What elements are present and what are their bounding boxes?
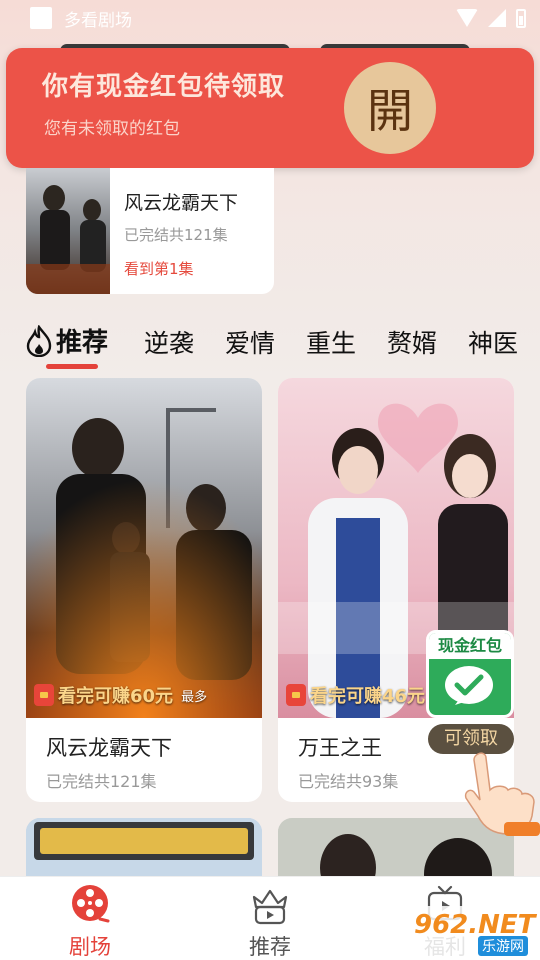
tab-romance[interactable]: 爱情 — [225, 324, 275, 360]
tab-counterattack[interactable]: 逆袭 — [144, 324, 194, 360]
red-envelope-icon — [286, 684, 306, 706]
banner-subtitle: 您有未领取的红包 — [44, 119, 180, 139]
history-title: 风云龙霸天下 — [124, 192, 239, 214]
status-bar: 多看剧场 — [0, 0, 540, 36]
status-app-title: 多看剧场 — [64, 10, 132, 31]
crown-tv-icon — [252, 889, 288, 925]
earn-badge: 看完可赚60元 最多 — [34, 682, 207, 708]
open-envelope-button[interactable]: 開 — [344, 62, 436, 154]
floating-cash-envelope[interactable]: 现金红包 — [426, 630, 514, 718]
red-envelope-icon — [34, 684, 54, 706]
battery-icon — [516, 8, 526, 28]
watch-history-card[interactable]: 风云龙霸天下 已完结共121集 看到第1集 — [26, 168, 274, 294]
drama-status: 已完结共93集 — [298, 772, 399, 791]
drama-card[interactable]: 看完可赚60元 最多 风云龙霸天下 已完结共121集 — [26, 378, 262, 802]
wechat-pay-icon — [445, 666, 493, 705]
tab-miracle-doctor[interactable]: 神医 — [468, 324, 518, 360]
history-status: 已完结共121集 — [124, 226, 228, 244]
tab-recommend[interactable]: 推荐 — [26, 322, 108, 359]
wifi-icon — [456, 9, 478, 27]
film-reel-icon — [72, 885, 110, 923]
watermark-subtext: 乐游网 — [478, 936, 528, 956]
flame-icon — [26, 324, 52, 357]
earn-badge: 看完可赚46元 — [286, 682, 425, 708]
tab-recommend-label: 推荐 — [56, 328, 109, 358]
category-tabs: 推荐 逆袭 爱情 重生 赘婿 神医 — [26, 322, 540, 370]
floating-envelope-label: 现金红包 — [429, 633, 511, 659]
nav-recommend[interactable]: 推荐 — [210, 881, 330, 960]
nav-theater[interactable]: 剧场 — [30, 881, 150, 960]
history-progress: 看到第1集 — [124, 260, 194, 278]
status-icons — [456, 8, 526, 28]
tab-son-in-law[interactable]: 赘婿 — [387, 324, 437, 360]
tab-rebirth[interactable]: 重生 — [306, 324, 356, 360]
history-poster-image — [26, 168, 110, 294]
drama-title: 万王之王 — [298, 736, 382, 760]
nav-theater-label: 剧场 — [69, 935, 111, 959]
signal-icon — [488, 9, 506, 27]
site-watermark-logo: 962.NET 乐游网 — [400, 906, 536, 956]
earn-text: 看完可赚46元 — [310, 686, 426, 707]
banner-title: 你有现金红包待领取 — [42, 72, 286, 102]
active-tab-indicator — [46, 364, 98, 369]
drama-poster-image — [26, 378, 262, 718]
nav-recommend-label: 推荐 — [249, 935, 291, 959]
drama-card-partial[interactable] — [26, 818, 262, 878]
drama-status: 已完结共121集 — [46, 772, 157, 791]
red-envelope-banner[interactable]: 你有现金红包待领取 您有未领取的红包 開 — [6, 48, 534, 168]
earn-text: 看完可赚60元 — [58, 686, 174, 707]
earn-suffix: 最多 — [181, 689, 208, 705]
pointing-hand-icon — [464, 752, 540, 836]
app-notification-icon — [30, 7, 52, 29]
drama-poster-image — [26, 818, 262, 878]
drama-title: 风云龙霸天下 — [46, 736, 172, 760]
